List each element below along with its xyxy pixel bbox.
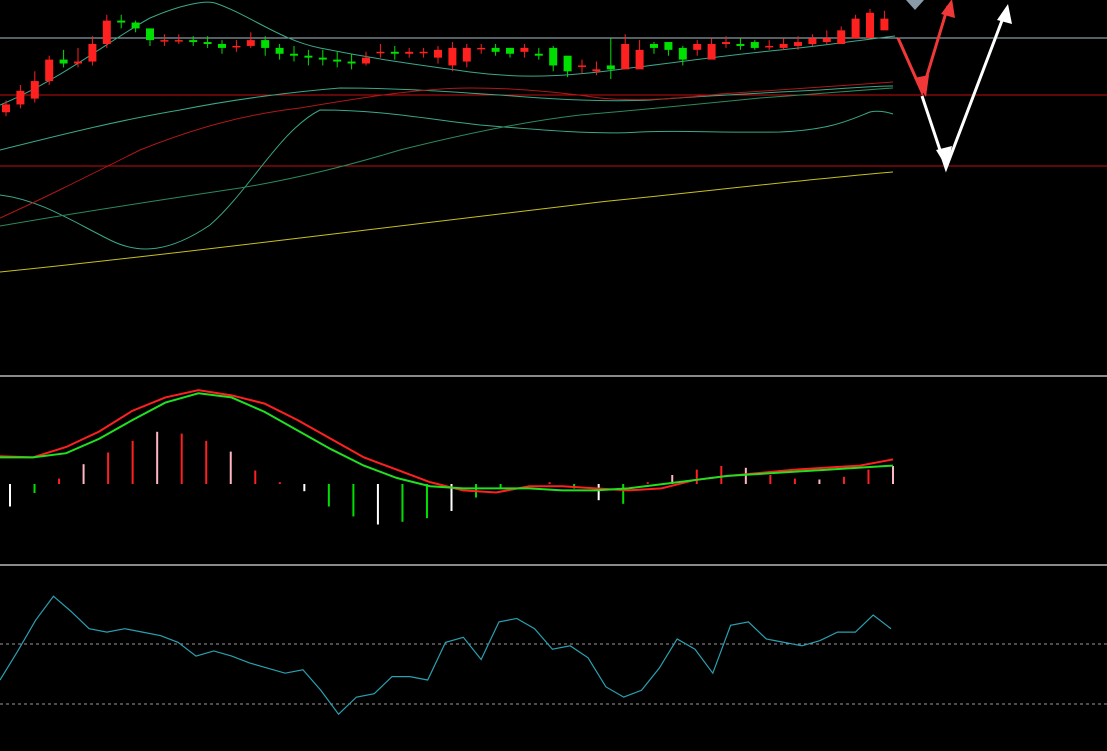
candle-body [376,51,385,54]
candle-body [621,44,630,70]
candle-body [822,38,831,43]
candle-body [635,49,644,70]
candle-body [160,40,169,42]
candle-body [722,42,730,44]
candle-body [246,40,255,46]
candle-body [203,42,212,44]
candle-body [520,47,529,52]
candle-body [837,30,846,44]
candle-body [419,51,428,54]
candle-body [707,44,716,60]
candle-body [462,47,471,62]
candle-body [678,47,687,60]
candle-body [477,47,486,50]
candle-body [765,45,774,48]
candle-body [146,28,154,41]
candle-body [117,20,126,23]
candle-body [16,90,25,105]
candle-body [318,57,327,60]
candle-body [88,44,97,62]
stock-chart [0,0,1107,751]
candle-body [2,104,10,113]
candle-body [102,20,111,44]
candle-body [261,40,270,48]
candle-body [506,47,514,54]
candle-body [434,49,442,58]
candle-body [59,59,68,64]
candle-body [794,42,802,46]
candle-body [736,44,745,46]
candle-body [563,55,572,72]
candle-body [362,57,370,64]
candle-body [347,61,356,64]
candle-body [218,44,226,48]
candle-body [664,42,673,50]
candle-body [779,44,788,48]
candle-body [189,40,198,43]
candle-body [333,59,342,62]
candle-body [650,44,658,48]
candle-body [30,81,39,99]
candle-body [549,47,558,66]
candle-body [232,45,241,48]
candle-body [808,38,817,44]
candle-body [275,47,284,54]
candle-body [534,53,543,56]
candle-body [45,59,54,82]
candle-body [578,65,586,67]
candle-body [74,61,82,64]
chart-canvas [0,0,1107,751]
candle-body [390,51,399,54]
candle-body [448,47,457,66]
candle-body [866,12,874,39]
candle-body [491,47,500,52]
candle-body [592,69,601,72]
candle-body [693,44,702,50]
candle-body [405,51,414,54]
candle-body [304,55,313,58]
candle-body [750,42,759,48]
candle-body [290,53,298,56]
candle-body [131,22,140,29]
candle-body [880,18,889,31]
candle-body [606,65,615,70]
candle-body [174,40,183,42]
candle-body [851,18,860,39]
